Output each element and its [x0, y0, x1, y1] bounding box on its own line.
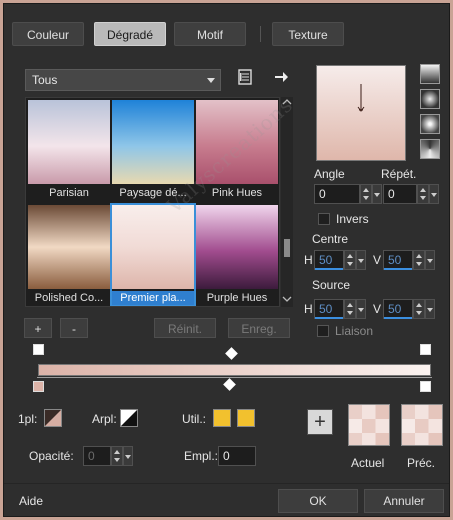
center-h-input[interactable]: 50 [314, 250, 344, 270]
center-h-label: H [304, 253, 313, 267]
source-label: Source [312, 278, 351, 292]
location-input[interactable]: 0 [218, 446, 256, 466]
source-v-dropdown[interactable] [425, 299, 435, 319]
transparency-stop-left[interactable] [33, 344, 44, 355]
source-h-dropdown[interactable] [356, 299, 366, 319]
gradient-label: Parisian [49, 187, 89, 199]
gradient-item-selected[interactable]: Premier pla... [110, 203, 196, 306]
material-properties-dialog: Couleur Dégradé Motif Texture Tous Paris… [3, 3, 450, 517]
opacity-dropdown[interactable] [123, 446, 133, 466]
opacity-label: Opacité: [29, 449, 74, 463]
gradient-ramp[interactable] [38, 364, 431, 376]
source-h-slider[interactable] [315, 317, 343, 319]
repeats-label: Répét. [381, 167, 417, 181]
angle-stepper[interactable] [360, 184, 372, 204]
center-v-stepper[interactable] [413, 250, 425, 270]
center-v-slider[interactable] [384, 268, 412, 270]
location-label: Empl.: [184, 449, 219, 463]
save-button[interactable]: Enreg. [228, 318, 290, 338]
sunburst-style-icon[interactable] [420, 139, 440, 159]
previous-preview-label: Préc. [407, 456, 436, 470]
transparency-stop-right[interactable] [420, 344, 431, 355]
color-stop-left[interactable] [33, 381, 44, 392]
gradient-swatch [28, 205, 110, 289]
gradient-label: Premier pla... [112, 291, 194, 305]
gradient-item[interactable]: Polished Co... [28, 205, 110, 305]
source-v-label: V [373, 302, 382, 316]
ok-button[interactable]: OK [278, 489, 358, 513]
center-v-input[interactable]: 50 [383, 250, 413, 270]
source-v-stepper[interactable] [413, 299, 425, 319]
center-h-dropdown[interactable] [356, 250, 366, 270]
footer-divider [4, 483, 449, 484]
background-stop-icon[interactable] [120, 409, 138, 427]
source-h-stepper[interactable] [344, 299, 356, 319]
background-label: Arpl: [92, 412, 117, 426]
link-label: Liaison [335, 324, 374, 338]
remove-gradient-button[interactable]: - [60, 318, 88, 338]
angle-input[interactable]: 0 [314, 184, 360, 204]
user-color-label: Util.: [182, 412, 206, 426]
arrow-right-icon[interactable] [272, 68, 290, 86]
gradient-editor-icon[interactable] [236, 68, 254, 86]
rectangular-style-icon[interactable] [420, 89, 440, 109]
link-checkbox[interactable] [317, 325, 329, 337]
ramp-baseline [37, 377, 432, 378]
current-preview [348, 404, 390, 446]
reset-button[interactable]: Réinit. [154, 318, 216, 338]
gradient-item[interactable]: Purple Hues [196, 205, 278, 305]
gradient-label: Purple Hues [206, 292, 268, 304]
repeats-input[interactable]: 0 [383, 184, 417, 204]
cancel-button[interactable]: Annuler [364, 489, 444, 513]
invert-checkbox[interactable] [318, 213, 330, 225]
gradient-swatch [112, 205, 194, 289]
tab-degrade[interactable]: Dégradé [94, 22, 166, 46]
color-stop-right[interactable] [420, 381, 431, 392]
angle-dropdown[interactable] [372, 184, 382, 204]
color-midpoint[interactable] [223, 378, 236, 391]
current-preview-label: Actuel [351, 456, 385, 470]
tab-texture[interactable]: Texture [272, 22, 344, 46]
source-h-input[interactable]: 50 [314, 299, 344, 319]
gradient-swatch [112, 100, 194, 184]
invert-label: Invers [336, 212, 369, 226]
tab-motif[interactable]: Motif [174, 22, 246, 46]
gradient-item[interactable]: Parisian [28, 100, 110, 200]
radial-style-icon[interactable] [420, 114, 440, 134]
opacity-stepper[interactable] [111, 446, 123, 466]
tab-couleur[interactable]: Couleur [12, 22, 84, 46]
foreground-label: 1pl: [18, 412, 38, 426]
category-dropdown[interactable]: Tous [25, 69, 221, 91]
tab-separator [260, 26, 261, 42]
chevron-down-icon [207, 78, 215, 83]
gradient-preview[interactable] [316, 65, 406, 161]
source-h-label: H [304, 302, 313, 316]
add-gradient-button[interactable]: + [24, 318, 52, 338]
linear-style-icon[interactable] [420, 64, 440, 84]
gradient-label: Polished Co... [34, 292, 104, 304]
repeats-stepper[interactable] [417, 184, 429, 204]
category-dropdown-value: Tous [32, 73, 58, 87]
center-v-label: V [373, 253, 382, 267]
user-color-swatch[interactable] [213, 409, 231, 427]
transparency-midpoint[interactable] [225, 347, 238, 360]
gradient-library-scrollbar[interactable] [281, 97, 293, 307]
source-v-slider[interactable] [384, 317, 412, 319]
gradient-swatch [28, 100, 110, 184]
center-label: Centre [312, 232, 349, 246]
previous-preview[interactable] [401, 404, 443, 446]
user-color-swatch-2[interactable] [237, 409, 255, 427]
source-v-input[interactable]: 50 [383, 299, 413, 319]
repeats-dropdown[interactable] [429, 184, 439, 204]
add-to-swatches-button[interactable]: + [307, 409, 333, 435]
opacity-input[interactable]: 0 [83, 446, 111, 466]
center-v-dropdown[interactable] [425, 250, 435, 270]
center-h-slider[interactable] [315, 268, 343, 270]
help-link[interactable]: Aide [19, 494, 43, 508]
center-h-stepper[interactable] [344, 250, 356, 270]
gradient-swatch [196, 205, 278, 289]
angle-label: Angle [314, 167, 345, 181]
foreground-stop-icon[interactable] [44, 409, 62, 427]
